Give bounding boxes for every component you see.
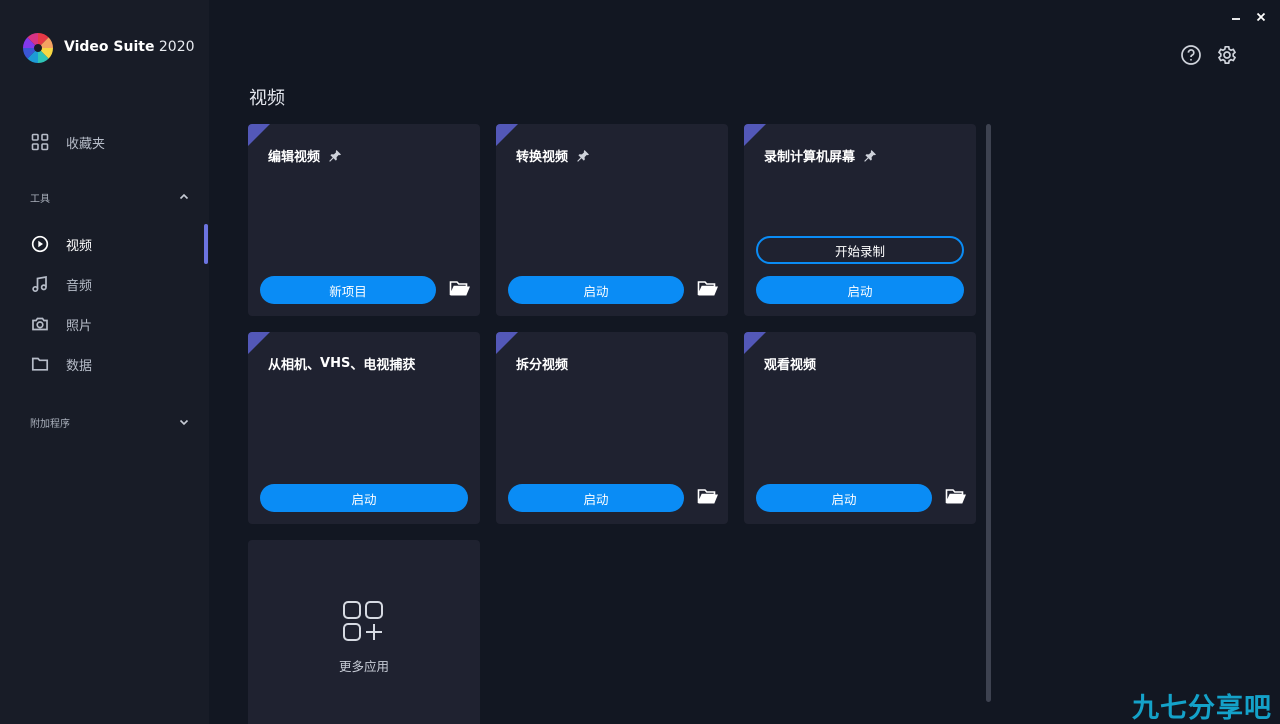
card-title-text: 观看视频 xyxy=(764,358,817,373)
minimize-icon xyxy=(1232,18,1240,20)
play-circle-icon xyxy=(30,234,50,254)
app-year: 2020 xyxy=(158,39,195,55)
card-edit-video[interactable]: 编辑视频 新项目 xyxy=(248,124,480,316)
close-button[interactable] xyxy=(1252,8,1270,26)
section-tools-toggle[interactable]: 工具 xyxy=(30,187,190,207)
card-corner-tag xyxy=(248,124,270,146)
help-icon[interactable] xyxy=(1180,44,1202,66)
section-addons-toggle[interactable]: 附加程序 xyxy=(30,412,190,432)
app-name: Video Suite xyxy=(64,39,155,55)
card-convert-video[interactable]: 转换视频 启动 xyxy=(496,124,728,316)
more-apps-label: 更多应用 xyxy=(338,659,389,674)
scrollbar[interactable] xyxy=(986,124,991,702)
card-title-text: 录制计算机屏幕 xyxy=(764,150,856,165)
grid-icon xyxy=(30,132,50,152)
open-folder-icon[interactable] xyxy=(945,487,967,507)
card-title-text: 转换视频 xyxy=(516,150,569,165)
music-note-icon xyxy=(30,274,50,294)
pin-icon[interactable] xyxy=(576,149,590,163)
sidebar-item-label: 视频 xyxy=(66,238,93,254)
sidebar: Video Suite 2020 收藏夹 工具 视频 音频 照片 数据 附加程序 xyxy=(0,0,209,724)
app-title: Video Suite 2020 xyxy=(64,39,195,55)
start-recording-button[interactable]: 开始录制 xyxy=(756,236,964,264)
sidebar-item-label: 照片 xyxy=(66,318,93,334)
sidebar-item-data[interactable]: 数据 xyxy=(0,346,209,382)
card-watch-video[interactable]: 观看视频 启动 xyxy=(744,332,976,524)
launch-button[interactable]: 启动 xyxy=(508,276,684,304)
section-addons-label: 附加程序 xyxy=(30,418,70,430)
close-icon xyxy=(1256,12,1266,22)
card-record-screen[interactable]: 录制计算机屏幕 开始录制 启动 xyxy=(744,124,976,316)
card-corner-tag xyxy=(744,332,766,354)
gear-icon[interactable] xyxy=(1216,44,1238,66)
app-logo xyxy=(23,33,53,63)
card-title-text: 拆分视频 xyxy=(516,358,569,373)
minimize-button[interactable] xyxy=(1227,8,1245,26)
card-title: 观看视频 xyxy=(764,354,816,373)
active-indicator xyxy=(204,224,208,264)
card-title-text-part: 从相机、 xyxy=(268,358,321,373)
open-folder-icon[interactable] xyxy=(697,279,719,299)
card-title-text-part: VHS xyxy=(320,356,351,371)
sidebar-item-photo[interactable]: 照片 xyxy=(0,306,209,342)
open-folder-icon[interactable] xyxy=(449,279,471,299)
card-corner-tag xyxy=(744,124,766,146)
card-corner-tag xyxy=(248,332,270,354)
card-title-text: 编辑视频 xyxy=(268,150,321,165)
launch-button[interactable]: 启动 xyxy=(756,276,964,304)
sidebar-item-label: 收藏夹 xyxy=(66,136,106,152)
pin-icon[interactable] xyxy=(863,149,877,163)
folder-icon xyxy=(30,354,50,374)
watermark: 九七分享吧 xyxy=(1132,693,1272,724)
card-title: 编辑视频 xyxy=(268,146,342,165)
launch-button[interactable]: 启动 xyxy=(260,484,468,512)
more-apps-card[interactable]: 更多应用 xyxy=(248,540,480,724)
chevron-down-icon xyxy=(179,419,189,426)
card-corner-tag xyxy=(496,332,518,354)
card-title: 转换视频 xyxy=(516,146,590,165)
section-tools-label: 工具 xyxy=(30,193,50,205)
sidebar-item-label: 数据 xyxy=(66,358,93,374)
card-title: 拆分视频 xyxy=(516,354,568,373)
open-folder-icon[interactable] xyxy=(697,487,719,507)
sidebar-item-audio[interactable]: 音频 xyxy=(0,266,209,302)
card-title: 从相机、 VHS 、电视捕获 xyxy=(268,354,415,373)
sidebar-item-label: 音频 xyxy=(66,278,93,294)
add-apps-icon xyxy=(343,601,383,641)
card-capture-video[interactable]: 从相机、 VHS 、电视捕获 启动 xyxy=(248,332,480,524)
chevron-up-icon xyxy=(179,193,189,200)
launch-button[interactable]: 启动 xyxy=(756,484,932,512)
card-title-text-part: 、电视捕获 xyxy=(350,358,416,373)
sidebar-item-video[interactable]: 视频 xyxy=(0,226,209,262)
new-project-button[interactable]: 新项目 xyxy=(260,276,436,304)
launch-button[interactable]: 启动 xyxy=(508,484,684,512)
card-split-video[interactable]: 拆分视频 启动 xyxy=(496,332,728,524)
camera-icon xyxy=(30,314,50,334)
sidebar-item-favorites[interactable]: 收藏夹 xyxy=(0,124,209,160)
card-corner-tag xyxy=(496,124,518,146)
page-title: 视频 xyxy=(249,88,285,109)
card-title: 录制计算机屏幕 xyxy=(764,146,877,165)
pin-icon[interactable] xyxy=(328,149,342,163)
